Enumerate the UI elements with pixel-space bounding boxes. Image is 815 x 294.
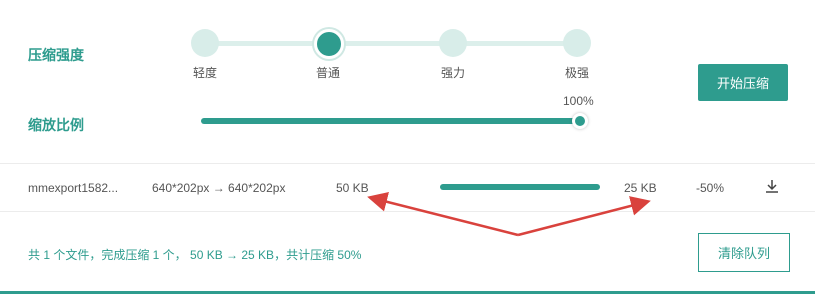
level-label-normal[interactable]: 普通 bbox=[298, 64, 358, 81]
level-label-light[interactable]: 轻度 bbox=[175, 64, 235, 81]
level-label-extreme[interactable]: 极强 bbox=[547, 64, 607, 81]
annotation-arrows bbox=[367, 191, 651, 237]
scale-value: 100% bbox=[563, 94, 594, 108]
download-icon[interactable] bbox=[764, 178, 780, 194]
level-node-normal[interactable] bbox=[314, 29, 344, 59]
annotation-arrow-left bbox=[367, 191, 519, 237]
start-compress-button[interactable]: 开始压缩 bbox=[698, 64, 788, 101]
scale-slider-thumb[interactable] bbox=[572, 113, 588, 129]
level-label-strong[interactable]: 强力 bbox=[423, 64, 483, 81]
scale-label: 缩放比例 bbox=[28, 117, 84, 133]
file-name: mmexport1582... bbox=[28, 181, 119, 195]
level-node-strong[interactable] bbox=[439, 29, 467, 57]
scale-slider-track[interactable] bbox=[201, 118, 581, 124]
divider-top bbox=[0, 163, 815, 164]
compression-track bbox=[205, 41, 577, 46]
summary-text: 共 1 个文件，完成压缩 1 个， 50 KB → 25 KB，共计压缩 50% bbox=[28, 248, 362, 262]
file-dimensions: 640*202px → 640*202px bbox=[152, 181, 286, 195]
annotation-arrow-right bbox=[517, 196, 651, 237]
level-node-light[interactable] bbox=[191, 29, 219, 57]
clear-queue-button[interactable]: 清除队列 bbox=[698, 233, 790, 272]
compression-label: 压缩强度 bbox=[28, 47, 84, 63]
level-node-extreme[interactable] bbox=[563, 29, 591, 57]
size-reduction: -50% bbox=[696, 181, 725, 195]
